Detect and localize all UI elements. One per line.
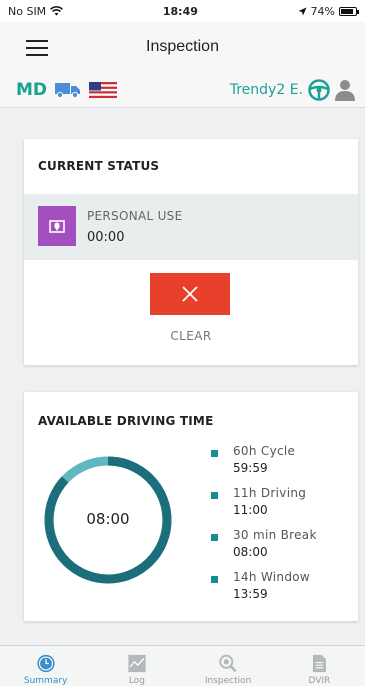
limit-item: 14h Window 13:59 <box>211 570 351 612</box>
clock-time: 18:49 <box>162 4 198 18</box>
bottom-tab-bar: Summary Log Inspection DVIR <box>0 645 365 686</box>
limit-name: 11h Driving <box>233 486 307 500</box>
tab-dvir[interactable]: DVIR <box>274 646 365 686</box>
bullet <box>211 576 218 583</box>
document-icon <box>313 654 327 673</box>
limit-item: 11h Driving 11:00 <box>211 486 351 528</box>
status-label: PERSONAL USE <box>87 209 183 223</box>
limit-name: 14h Window <box>233 570 311 584</box>
battery-icon <box>339 6 359 16</box>
current-status-card: CURRENT STATUS PERSONAL USE 00:00 CLEAR <box>24 139 358 365</box>
driver-name[interactable]: Trendy2 E. <box>230 82 303 98</box>
tab-label: Inspection <box>204 676 252 686</box>
tab-label: Summary <box>23 676 68 686</box>
battery-percent: 74% <box>310 4 335 18</box>
map-pin-icon <box>49 220 65 233</box>
tab-summary[interactable]: Summary <box>0 646 91 686</box>
truck-icon[interactable] <box>55 82 81 98</box>
page-title: Inspection <box>146 38 219 55</box>
steering-wheel-icon[interactable] <box>308 78 330 101</box>
limit-value: 11:00 <box>233 503 268 517</box>
ring-value: 08:00 <box>86 510 130 528</box>
tab-label: Log <box>128 676 145 686</box>
graph-icon <box>128 654 146 673</box>
clear-status-button[interactable] <box>150 273 230 315</box>
us-flag-icon <box>89 81 118 98</box>
close-icon <box>182 286 198 302</box>
status-icon <box>38 206 76 246</box>
user-icon[interactable] <box>335 79 355 101</box>
bullet <box>211 450 218 457</box>
limit-name: 30 min Break <box>233 528 317 542</box>
limit-value: 08:00 <box>233 545 268 559</box>
limit-value: 59:59 <box>233 461 268 475</box>
clear-label: CLEAR <box>170 329 212 343</box>
magnifier-icon <box>219 654 237 673</box>
location-arrow-icon <box>298 7 307 15</box>
bullet <box>211 492 218 499</box>
wifi-icon <box>50 6 64 16</box>
available-driving-time-card: AVAILABLE DRIVING TIME 08:00 60h Cycle 5… <box>24 392 358 621</box>
limits-list: 60h Cycle 59:59 11h Driving 11:00 30 min… <box>211 444 351 612</box>
state-code: MD <box>16 79 48 100</box>
status-row: PERSONAL USE 00:00 <box>24 194 358 260</box>
carrier-label: No SIM <box>8 4 47 18</box>
limit-item: 30 min Break 08:00 <box>211 528 351 570</box>
navigation-bar: Inspection <box>0 22 365 72</box>
tab-inspection[interactable]: Inspection <box>183 646 274 686</box>
tab-log[interactable]: Log <box>91 646 182 686</box>
driving-time-title: AVAILABLE DRIVING TIME <box>38 414 214 428</box>
clock-icon <box>36 654 55 673</box>
driver-info-bar: MD Trendy2 E. <box>0 72 365 108</box>
ios-status-bar: No SIM 18:49 74% <box>0 0 365 22</box>
limit-value: 13:59 <box>233 587 268 601</box>
status-duration: 00:00 <box>87 230 125 245</box>
current-status-title: CURRENT STATUS <box>38 159 160 173</box>
tab-label: DVIR <box>308 676 331 686</box>
limit-name: 60h Cycle <box>233 444 296 458</box>
bullet <box>211 534 218 541</box>
limit-item: 60h Cycle 59:59 <box>211 444 351 486</box>
menu-icon[interactable] <box>26 40 48 56</box>
